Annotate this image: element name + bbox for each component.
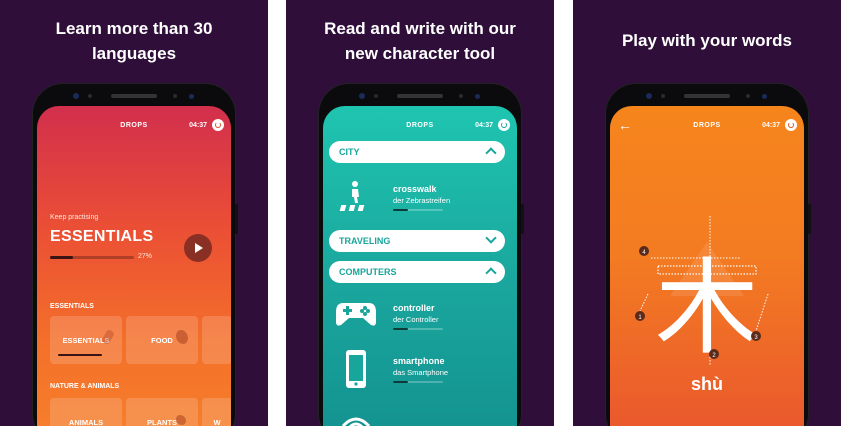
- topic-title: ESSENTIALS: [50, 228, 154, 245]
- drops-logo-icon[interactable]: [498, 119, 510, 131]
- panel-caption: Learn more than 30 languages: [55, 19, 213, 63]
- status-bar: ← DROPS 04:37: [610, 118, 804, 136]
- gamepad-icon: [336, 303, 376, 326]
- category-traveling[interactable]: TRAVELING: [329, 230, 505, 252]
- stroke-marker: 3: [751, 331, 761, 341]
- panel-caption: Read and write with our new character to…: [324, 19, 516, 63]
- pinyin-label: shù: [690, 374, 723, 394]
- play-icon: [195, 243, 203, 253]
- play-button[interactable]: [184, 234, 212, 262]
- section-title: NATURE & ANIMALS: [50, 383, 120, 390]
- smartphone-icon: [346, 350, 366, 388]
- app-screen: DROPS 04:37 CITY crosswalk der Zebrastre…: [323, 106, 517, 426]
- topic-card-plants[interactable]: PLANTS: [126, 398, 198, 426]
- drops-logo-icon[interactable]: [212, 119, 224, 131]
- word-progress-bar: [393, 328, 443, 330]
- word-item[interactable]: crosswalk der Zebrastreifen: [393, 184, 450, 211]
- status-bar: DROPS 04:37: [37, 119, 231, 136]
- phone-frame: ← DROPS 04:37 木 4 1 2 3 shù: [606, 84, 811, 426]
- stroke-marker: 2: [709, 349, 719, 359]
- word-progress-bar: [393, 209, 443, 211]
- promo-panel-play-words: Play with your words ← DROPS 04:37 木 4 1…: [573, 0, 841, 426]
- category-computers[interactable]: COMPUTERS: [329, 261, 505, 283]
- topic-cards-row: ANIMALS PLANTS W: [50, 398, 231, 426]
- hanzi-character: 木: [655, 247, 759, 369]
- word-item[interactable]: smartphone das Smartphone: [393, 356, 448, 383]
- stroke-marker: 4: [639, 246, 649, 256]
- clock-time: 04:37: [475, 122, 493, 129]
- topic-card-w[interactable]: W: [202, 398, 231, 426]
- chevron-up-icon: [485, 267, 497, 279]
- phone-frame: DROPS 04:37 Keep practising ESSENTIALS 2…: [33, 84, 238, 426]
- topic-card-essentials[interactable]: ESSENTIALS: [50, 316, 122, 364]
- character-writing-area[interactable]: 木 4 1 2 3: [610, 146, 804, 396]
- topic-cards-row: ESSENTIALS FOOD: [50, 316, 231, 364]
- topic-progress-label: 27%: [138, 253, 153, 260]
- chevron-up-icon: [485, 147, 497, 159]
- app-screen: DROPS 04:37 Keep practising ESSENTIALS 2…: [37, 106, 231, 426]
- chevron-down-icon: [485, 232, 497, 244]
- word-progress-bar: [393, 381, 443, 383]
- stroke-marker: 1: [635, 311, 645, 321]
- category-city[interactable]: CITY: [329, 141, 505, 163]
- status-bar: DROPS 04:37: [323, 119, 517, 136]
- topic-card-animals[interactable]: ANIMALS: [50, 398, 122, 426]
- drops-logo-icon[interactable]: [785, 119, 797, 131]
- app-screen: ← DROPS 04:37 木 4 1 2 3 shù: [610, 106, 804, 426]
- section-title: ESSENTIALS: [50, 303, 94, 310]
- clock-time: 04:37: [189, 122, 207, 129]
- topic-progress-bar: [50, 256, 134, 259]
- word-item[interactable]: controller der Controller: [393, 303, 443, 330]
- panel-caption: Play with your words: [621, 31, 793, 50]
- crosswalk-icon: [337, 181, 365, 211]
- promo-panel-character-tool: Read and write with our new character to…: [286, 0, 554, 426]
- topic-card-more[interactable]: [202, 316, 231, 364]
- clock-time: 04:37: [762, 122, 780, 129]
- topic-card-food[interactable]: FOOD: [126, 316, 198, 364]
- phone-frame: DROPS 04:37 CITY crosswalk der Zebrastre…: [319, 84, 524, 426]
- wifi-icon: [341, 417, 371, 426]
- keep-practising-label: Keep practising: [50, 214, 99, 221]
- promo-panel-languages: Learn more than 30 languages DROPS 04:37…: [0, 0, 268, 426]
